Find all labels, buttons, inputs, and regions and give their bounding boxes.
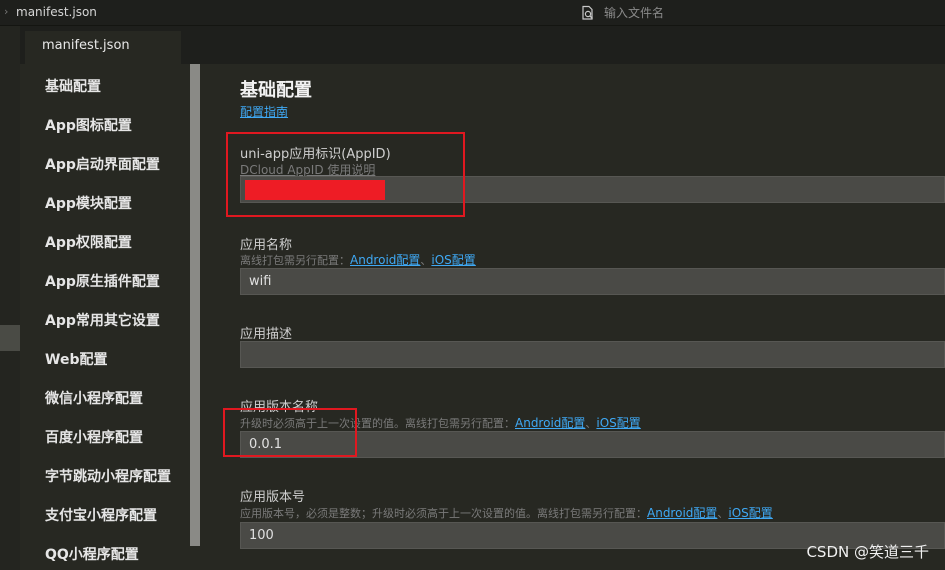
breadcrumb[interactable]: manifest.json [16,5,97,19]
separator: 、 [420,254,432,267]
sidebar-item-app-native-plugins[interactable]: App原生插件配置 [45,271,160,291]
app-name-hint: 离线打包需另行配置：Android配置、iOS配置 [240,251,476,268]
sidebar-scrollbar[interactable] [190,64,200,546]
app-desc-label: 应用描述 [240,327,293,342]
sidebar-item-qq-mp[interactable]: QQ小程序配置 [45,544,139,564]
file-search-input[interactable] [604,3,804,23]
separator: 、 [585,417,597,430]
activity-strip [0,26,20,570]
sidebar-item-basic[interactable]: 基础配置 [45,76,101,96]
chevron-right-icon: › [4,5,9,18]
sidebar-item-app-modules[interactable]: App模块配置 [45,193,132,213]
sidebar-item-alipay-mp[interactable]: 支付宝小程序配置 [45,505,157,525]
title-bar: › manifest.json [0,0,945,26]
app-name-ios-link[interactable]: iOS配置 [431,253,475,267]
app-name-hint-text: 离线打包需另行配置： [240,254,350,267]
sidebar-item-app-icon[interactable]: App图标配置 [45,115,132,135]
version-name-ios-link[interactable]: iOS配置 [596,416,640,430]
tab-manifest-json[interactable]: manifest.json [25,31,181,64]
sidebar-item-app-other-settings[interactable]: App常用其它设置 [45,310,160,330]
config-sidebar: 基础配置 App图标配置 App启动界面配置 App模块配置 App权限配置 A… [20,64,200,570]
sidebar-item-bytedance-mp[interactable]: 字节跳动小程序配置 [45,466,171,486]
app-desc-input[interactable] [240,341,945,368]
page-title: 基础配置 [240,80,312,101]
file-search-icon [582,5,593,20]
version-code-ios-link[interactable]: iOS配置 [728,506,772,520]
version-code-android-link[interactable]: Android配置 [647,506,717,520]
app-name-input[interactable] [240,268,945,295]
tab-bar: manifest.json [20,26,945,64]
annotation-box-version [223,408,357,457]
sidebar-item-wechat-mp[interactable]: 微信小程序配置 [45,388,143,408]
sidebar-item-app-permissions[interactable]: App权限配置 [45,232,132,252]
separator: 、 [717,507,729,520]
annotation-box-appid [226,132,465,217]
version-name-android-link[interactable]: Android配置 [515,416,585,430]
version-code-hint: 应用版本号，必须是整数；升级时必须高于上一次设置的值。离线打包需另行配置：And… [240,504,773,521]
active-indicator [0,325,20,351]
watermark: CSDN @笑道三千 [806,543,929,561]
config-guide-link[interactable]: 配置指南 [240,103,288,120]
sidebar-item-app-splash[interactable]: App启动界面配置 [45,154,160,174]
version-code-hint-text: 应用版本号，必须是整数；升级时必须高于上一次设置的值。离线打包需另行配置： [240,507,647,520]
sidebar-item-web[interactable]: Web配置 [45,349,107,369]
version-code-label: 应用版本号 [240,490,306,505]
app-name-android-link[interactable]: Android配置 [350,253,420,267]
sidebar-item-baidu-mp[interactable]: 百度小程序配置 [45,427,143,447]
